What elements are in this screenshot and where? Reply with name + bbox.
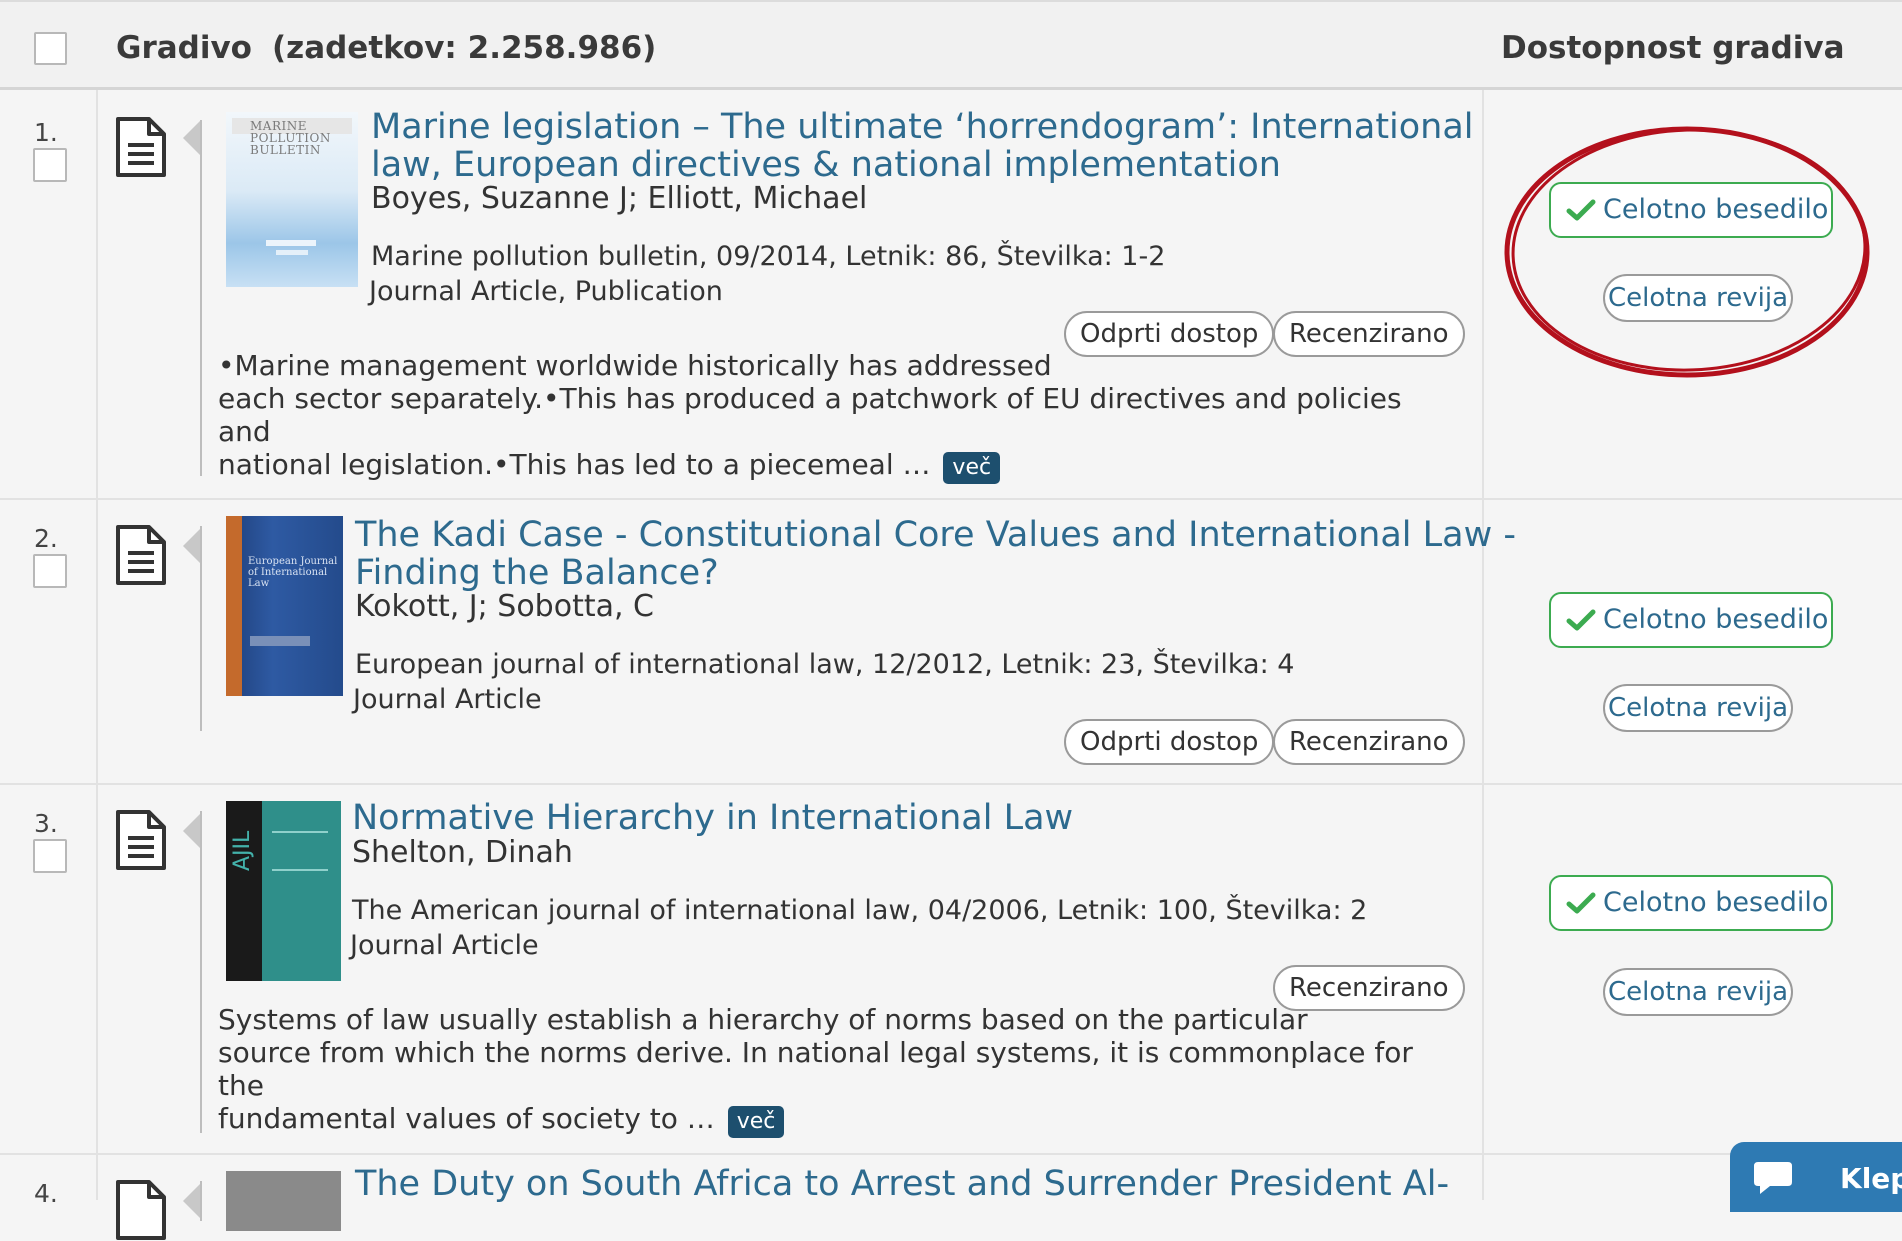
result-title-link[interactable]: Normative Hierarchy in International Law: [352, 799, 1452, 837]
row-divider: [200, 526, 202, 731]
cover-band: [250, 636, 310, 646]
full-journal-button[interactable]: Celotna revija: [1603, 274, 1793, 322]
result-title-link[interactable]: The Duty on South Africa to Arrest and S…: [355, 1165, 1455, 1203]
document-icon: [116, 1180, 166, 1240]
full-journal-button[interactable]: Celotna revija: [1603, 684, 1793, 732]
row-number: 4.: [34, 1179, 58, 1208]
row-number: 2.: [34, 524, 58, 553]
full-text-label: Celotno besedilo: [1603, 887, 1829, 918]
document-icon: [116, 525, 166, 585]
full-text-button[interactable]: Celotno besedilo: [1549, 592, 1833, 648]
checkmark-icon: [1566, 609, 1596, 631]
full-text-label: Celotno besedilo: [1603, 604, 1829, 635]
peer-reviewed-tag[interactable]: Recenzirano: [1273, 719, 1465, 765]
table-row: 3. AJIL Normative Hierarchy in Internati…: [0, 785, 1902, 1155]
result-authors: Boyes, Suzanne J; Elliott, Michael: [371, 181, 868, 216]
row-number: 1.: [34, 118, 58, 147]
row-divider: [200, 811, 202, 1133]
chat-widget[interactable]: Klep: [1730, 1142, 1902, 1212]
row-number: 3.: [34, 809, 58, 838]
table-header: Gradivo (zadetkov: 2.258.986) Dostopnost …: [0, 0, 1902, 90]
result-abstract: Systems of law usually establish a hiera…: [218, 1003, 1448, 1138]
open-access-tag[interactable]: Odprti dostop: [1064, 719, 1275, 765]
row-checkbox[interactable]: [33, 554, 67, 588]
full-journal-button[interactable]: Celotna revija: [1603, 968, 1793, 1016]
abstract-line: Systems of law usually establish a hiera…: [218, 1003, 1308, 1036]
document-icon: [116, 810, 166, 870]
row-divider: [200, 1181, 202, 1221]
more-button[interactable]: več: [943, 452, 1001, 484]
result-title-line: Finding the Balance?: [355, 553, 719, 593]
result-authors: Kokott, J; Sobotta, C: [355, 589, 655, 624]
row-checkbox[interactable]: [33, 148, 67, 182]
full-text-label: Celotno besedilo: [1603, 194, 1829, 225]
cover-wave: [276, 250, 308, 255]
cover-title: AJIL: [230, 830, 255, 871]
table-row: 2. European Journal of International Law…: [0, 500, 1902, 785]
abstract-line: •Marine management worldwide historicall…: [218, 349, 1052, 382]
cover-lines: [272, 831, 328, 871]
result-title-line: law, European directives & national impl…: [371, 145, 1281, 185]
document-icon: [116, 117, 166, 177]
result-type: Journal Article, Publication: [369, 276, 723, 307]
full-text-button[interactable]: Celotno besedilo: [1549, 182, 1833, 238]
chat-bubble-icon: [1754, 1162, 1792, 1194]
cover-image[interactable]: AJIL: [226, 801, 341, 981]
abstract-line-last: fundamental values of society to … več: [218, 1102, 1448, 1138]
result-type: Journal Article: [350, 930, 539, 961]
result-source: European journal of international law, 1…: [355, 649, 1295, 680]
select-all-checkbox[interactable]: [34, 32, 67, 65]
cover-wave: [266, 240, 316, 246]
collapse-arrow-icon[interactable]: [183, 1183, 201, 1219]
collapse-arrow-icon[interactable]: [183, 528, 201, 564]
result-title-line: Normative Hierarchy in International Law: [352, 798, 1074, 838]
abstract-line: each sector separately.•This has produce…: [218, 382, 1402, 448]
result-title-link[interactable]: Marine legislation – The ultimate ‘horre…: [371, 107, 1474, 185]
checkmark-icon: [1566, 199, 1596, 221]
table-row: 4. The Duty on South Africa to Arrest an…: [0, 1155, 1902, 1240]
results-table: Gradivo (zadetkov: 2.258.986) Dostopnost …: [0, 0, 1902, 1240]
cover-title: MARINE POLLUTION BULLETIN: [250, 119, 331, 157]
abstract-line-last: national legislation.•This has led to a …: [218, 448, 1448, 484]
cover-image[interactable]: MARINE POLLUTION BULLETIN: [226, 112, 358, 287]
collapse-arrow-icon[interactable]: [183, 813, 201, 849]
cover-panel: [262, 801, 341, 981]
result-source: The American journal of international la…: [352, 895, 1368, 926]
row-checkbox[interactable]: [33, 839, 67, 873]
result-authors: Shelton, Dinah: [352, 835, 573, 870]
abstract-line: source from which the norms derive. In n…: [218, 1036, 1413, 1102]
result-type: Journal Article: [353, 684, 542, 715]
cover-title: European Journal of International Law: [248, 556, 338, 589]
cover-image[interactable]: [226, 1171, 341, 1231]
header-title: Gradivo (zadetkov: 2.258.986): [116, 30, 656, 66]
table-row: 1. MARINE POLLUTION BULLETIN Marine legi…: [0, 90, 1902, 500]
result-title-link[interactable]: The Kadi Case - Constitutional Core Valu…: [355, 515, 1516, 593]
checkmark-icon: [1566, 892, 1596, 914]
full-text-button[interactable]: Celotno besedilo: [1549, 875, 1833, 931]
cover-spine: [226, 516, 242, 696]
result-title-line: The Kadi Case - Constitutional Core Valu…: [355, 515, 1516, 555]
header-title-label: Gradivo: [116, 30, 252, 66]
row-divider: [200, 120, 202, 476]
result-abstract: •Marine management worldwide historicall…: [218, 349, 1448, 484]
result-title-line: The Duty on South Africa to Arrest and S…: [355, 1164, 1450, 1204]
result-count: (zadetkov: 2.258.986): [271, 30, 657, 66]
abstract-line: national legislation.•This has led to a …: [218, 448, 931, 481]
more-button[interactable]: več: [727, 1106, 785, 1138]
header-availability: Dostopnost gradiva: [1501, 30, 1845, 66]
cover-image[interactable]: European Journal of International Law: [226, 516, 343, 696]
abstract-line: fundamental values of society to …: [218, 1102, 715, 1135]
result-title-line: Marine legislation – The ultimate ‘horre…: [371, 107, 1474, 147]
collapse-arrow-icon[interactable]: [183, 120, 201, 156]
chat-label: Klep: [1840, 1162, 1902, 1195]
result-source: Marine pollution bulletin, 09/2014, Letn…: [371, 241, 1166, 272]
